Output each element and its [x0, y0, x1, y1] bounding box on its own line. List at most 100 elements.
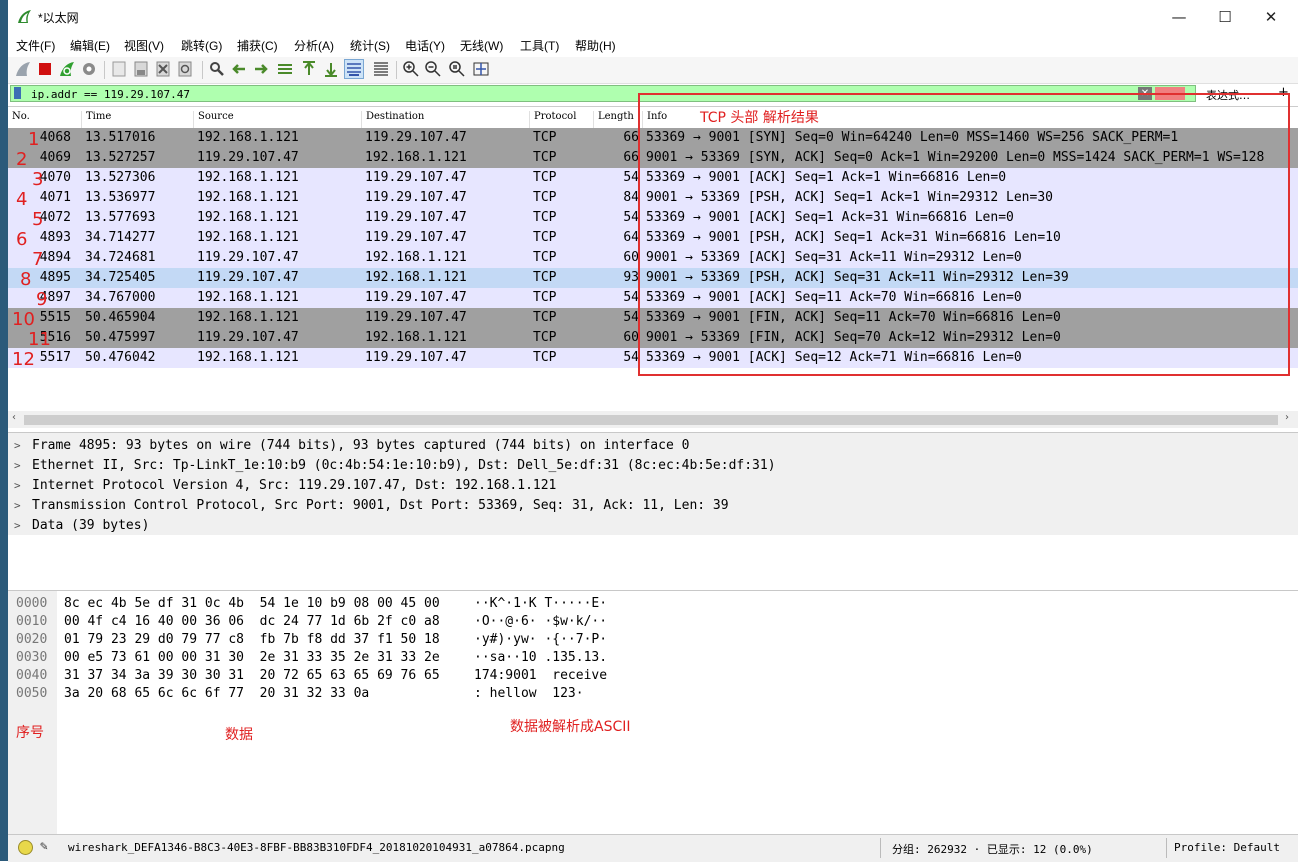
zoom-out-icon[interactable]	[424, 60, 442, 78]
toolbar-separator	[104, 61, 105, 79]
packet-protocol: TCP	[533, 170, 557, 185]
byte-offset[interactable]: 0020	[16, 631, 47, 649]
packet-time: 34.714277	[85, 230, 156, 245]
menu-go[interactable]: 跳转(G)	[181, 37, 222, 54]
menu-file[interactable]: 文件(F)	[16, 37, 55, 54]
desktop-edge	[0, 0, 8, 861]
menu-tools[interactable]: 工具(T)	[520, 37, 559, 54]
column-header-protocol[interactable]: Protocol	[529, 111, 576, 128]
expand-arrow-icon[interactable]: >	[14, 516, 32, 536]
packet-destination: 119.29.107.47	[365, 130, 467, 145]
packet-length: 84	[623, 190, 639, 205]
shark-fin-start-icon[interactable]	[14, 60, 32, 78]
byte-offset[interactable]: 0010	[16, 613, 47, 631]
packet-destination: 119.29.107.47	[365, 310, 467, 325]
go-to-packet-icon[interactable]	[276, 60, 294, 78]
menu-edit[interactable]: 编辑(E)	[70, 37, 110, 54]
menu-analyze[interactable]: 分析(A)	[294, 37, 334, 54]
detail-row-ip[interactable]: > Internet Protocol Version 4, Src: 119.2…	[14, 476, 556, 496]
packet-protocol: TCP	[533, 230, 557, 245]
open-file-icon[interactable]	[110, 60, 128, 78]
byte-hex[interactable]: 00 4f c4 16 40 00 36 06 dc 24 77 1d 6b 2…	[64, 613, 440, 631]
byte-hex[interactable]: 00 e5 73 61 00 00 31 30 2e 31 33 35 2e 3…	[64, 649, 440, 667]
capture-options-icon[interactable]	[80, 60, 98, 78]
byte-hex[interactable]: 3a 20 68 65 6c 6c 6f 77 20 31 32 33 0a	[64, 685, 369, 703]
menu-statistics[interactable]: 统计(S)	[350, 37, 390, 54]
scroll-right-icon[interactable]: ›	[1285, 412, 1289, 423]
find-packet-icon[interactable]	[208, 60, 226, 78]
expand-arrow-icon[interactable]: >	[14, 476, 32, 496]
go-forward-icon[interactable]	[252, 60, 270, 78]
menu-wireless[interactable]: 无线(W)	[460, 37, 503, 54]
go-back-icon[interactable]	[230, 60, 248, 78]
close-file-icon[interactable]	[154, 60, 172, 78]
scrollbar-thumb[interactable]	[24, 415, 1278, 425]
expand-arrow-icon[interactable]: >	[14, 436, 32, 456]
last-packet-icon[interactable]	[322, 60, 340, 78]
byte-ascii[interactable]: ·y#)·yw· ·{··7·P·	[474, 631, 607, 649]
packet-destination: 192.168.1.121	[365, 150, 467, 165]
packet-destination: 192.168.1.121	[365, 250, 467, 265]
detail-row-data[interactable]: > Data (39 bytes)	[14, 516, 149, 536]
menu-capture[interactable]: 捕获(C)	[237, 37, 278, 54]
first-packet-icon[interactable]	[300, 60, 318, 78]
column-header-source[interactable]: Source	[193, 111, 234, 128]
scroll-left-icon[interactable]: ‹	[12, 412, 16, 423]
menu-help[interactable]: 帮助(H)	[575, 37, 616, 54]
detail-row-tcp[interactable]: > Transmission Control Protocol, Src Port…	[14, 496, 729, 516]
column-header-length[interactable]: Length	[593, 111, 634, 128]
detail-row-ethernet[interactable]: > Ethernet II, Src: Tp-LinkT_1e:10:b9 (0c…	[14, 456, 776, 476]
minimize-button[interactable]: —	[1156, 2, 1202, 32]
colorize-icon[interactable]	[372, 60, 390, 78]
detail-row-frame[interactable]: > Frame 4895: 93 bytes on wire (744 bits)…	[14, 436, 689, 456]
normal-size-icon[interactable]	[448, 60, 466, 78]
horizontal-scrollbar[interactable]: ‹ ›	[8, 411, 1298, 428]
byte-ascii[interactable]: ·O··@·6· ·$w·k/··	[474, 613, 607, 631]
expand-arrow-icon[interactable]: >	[14, 496, 32, 516]
packet-time: 50.465904	[85, 310, 156, 325]
annotation-row-number: 7	[32, 249, 44, 270]
column-header-time[interactable]: Time	[81, 111, 111, 128]
capture-comment-icon[interactable]: ✎	[40, 839, 48, 854]
byte-hex[interactable]: 01 79 23 29 d0 79 77 c8 fb 7b f8 dd 37 f…	[64, 631, 440, 649]
restart-icon[interactable]	[58, 60, 76, 78]
annotation-row-number: 12	[12, 349, 35, 370]
byte-hex[interactable]: 8c ec 4b 5e df 31 0c 4b 54 1e 10 b9 08 0…	[64, 595, 440, 613]
byte-offset[interactable]: 0030	[16, 649, 47, 667]
resize-columns-icon[interactable]	[472, 60, 490, 78]
packet-protocol: TCP	[533, 250, 557, 265]
close-button[interactable]: ✕	[1248, 2, 1294, 32]
stop-icon[interactable]	[36, 60, 54, 78]
menu-view[interactable]: 视图(V)	[124, 37, 164, 54]
column-header-no[interactable]: No.	[8, 111, 30, 128]
packet-source: 192.168.1.121	[197, 130, 299, 145]
byte-ascii[interactable]: ··sa··10 .135.13.	[474, 649, 607, 667]
byte-ascii[interactable]: ··K^·1·K T·····E·	[474, 595, 607, 613]
byte-hex[interactable]: 31 37 34 3a 39 30 30 31 20 72 65 63 65 6…	[64, 667, 440, 685]
byte-offset[interactable]: 0050	[16, 685, 47, 703]
autoscroll-icon[interactable]	[344, 59, 364, 79]
wireshark-window: *以太网 — ☐ ✕ 文件(F) 编辑(E) 视图(V) 跳转(G) 捕获(C)…	[8, 0, 1298, 862]
byte-offset[interactable]: 0040	[16, 667, 47, 685]
packet-length: 54	[623, 210, 639, 225]
maximize-button[interactable]: ☐	[1202, 2, 1248, 32]
reload-icon[interactable]	[176, 60, 194, 78]
packet-no: 4895	[39, 270, 71, 285]
column-header-destination[interactable]: Destination	[361, 111, 424, 128]
save-file-icon[interactable]	[132, 60, 150, 78]
bookmark-icon[interactable]	[14, 87, 21, 99]
annotation-row-number: 3	[32, 169, 44, 190]
packet-protocol: TCP	[533, 190, 557, 205]
zoom-in-icon[interactable]	[402, 60, 420, 78]
byte-ascii[interactable]: 174:9001 receive	[474, 667, 607, 685]
byte-ascii[interactable]: : hellow 123·	[474, 685, 584, 703]
byte-offset[interactable]: 0000	[16, 595, 47, 613]
packet-destination: 119.29.107.47	[365, 290, 467, 305]
expand-arrow-icon[interactable]: >	[14, 456, 32, 476]
annotation-info-title: TCP 头部 解析结果	[700, 110, 819, 126]
status-profile[interactable]: Profile: Default	[1174, 841, 1280, 854]
packet-bytes-pane: 0000 8c ec 4b 5e df 31 0c 4b 54 1e 10 b9 …	[8, 590, 1298, 834]
menu-telephony[interactable]: 电话(Y)	[405, 37, 445, 54]
annotation-row-number: 5	[32, 209, 44, 230]
expert-info-icon[interactable]	[18, 840, 33, 855]
